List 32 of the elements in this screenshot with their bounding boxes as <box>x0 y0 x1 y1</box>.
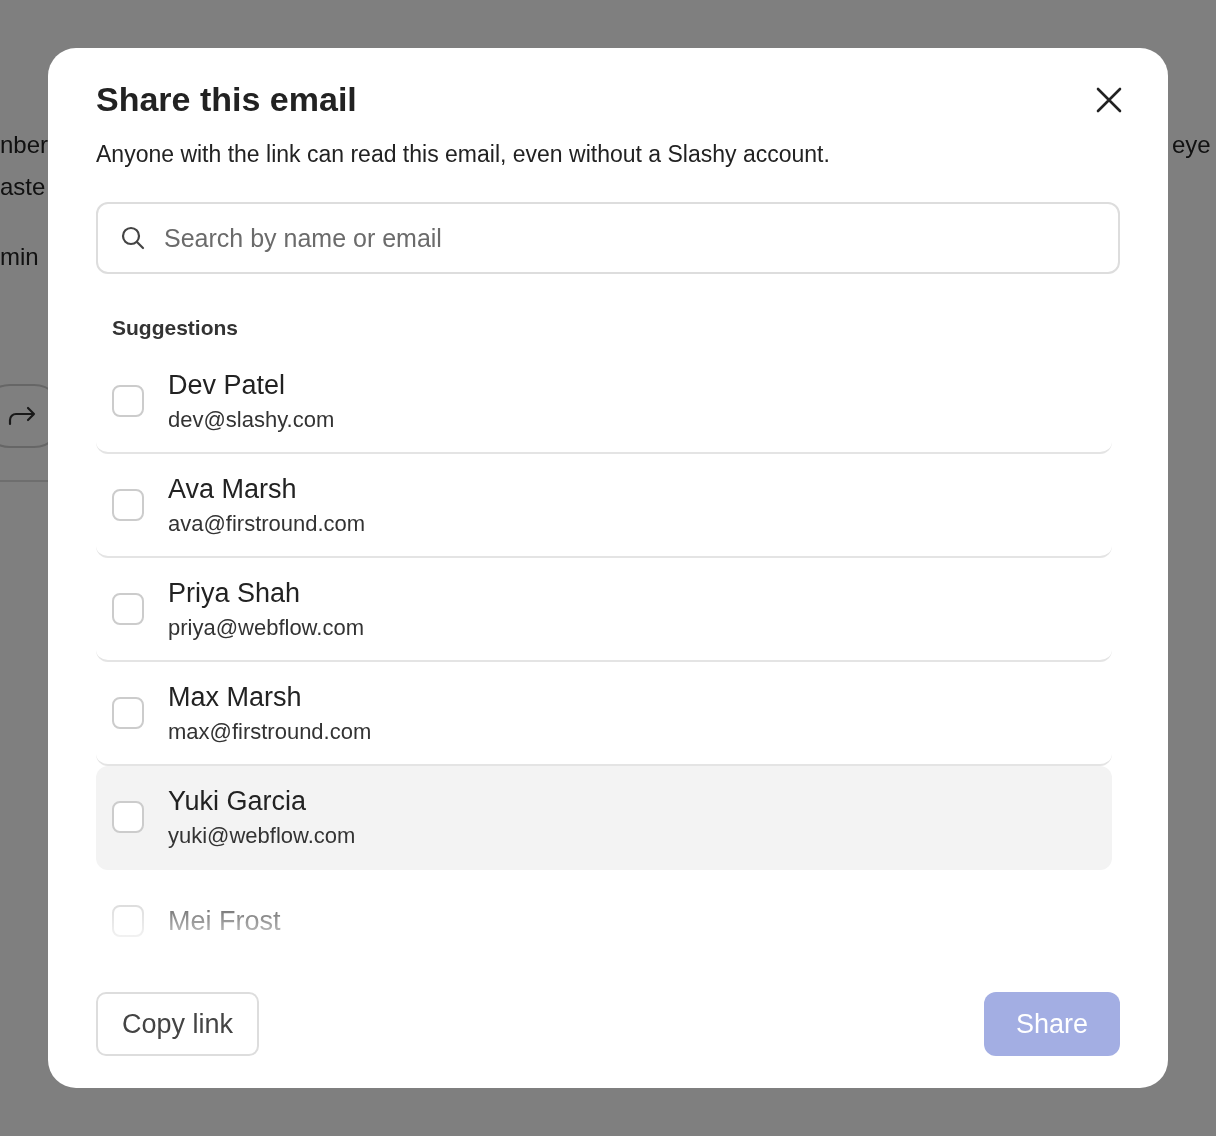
dialog-description: Anyone with the link can read this email, even without a Slashy account. <box>96 141 831 168</box>
background-text: aste <box>0 172 47 202</box>
suggestion-row[interactable]: Ava Marsh ava@firstround.com <box>96 454 1112 558</box>
suggestion-row[interactable]: Dev Patel dev@slashy.com <box>96 350 1112 454</box>
suggestion-row[interactable]: Priya Shah priya@webflow.com <box>96 558 1112 662</box>
checkbox[interactable] <box>112 385 144 417</box>
checkbox[interactable] <box>112 697 144 729</box>
background-text: eye <box>1172 130 1211 160</box>
forward-arrow-icon <box>8 404 36 428</box>
checkbox[interactable] <box>112 801 144 833</box>
person-email: priya@webflow.com <box>168 614 364 641</box>
search-box[interactable]: Search by name or email <box>96 202 1120 274</box>
person-email: max@firstround.com <box>168 718 372 745</box>
person-name: Max Marsh <box>168 681 303 713</box>
suggestions-label: Suggestions <box>112 316 239 340</box>
person-email: ava@firstround.com <box>168 510 366 537</box>
search-icon <box>120 225 146 251</box>
checkbox[interactable] <box>112 489 144 521</box>
checkbox[interactable] <box>112 593 144 625</box>
person-email: yuki@webflow.com <box>168 822 356 849</box>
suggestion-row[interactable]: Yuki Garcia yuki@webflow.com <box>96 766 1112 870</box>
person-name: Priya Shah <box>168 577 302 609</box>
background-text: min <box>0 242 40 272</box>
person-name: Ava Marsh <box>168 473 298 505</box>
copy-link-button[interactable]: Copy link <box>96 992 260 1056</box>
checkbox[interactable] <box>112 905 144 937</box>
background-text: nber <box>0 130 50 160</box>
person-name: Mei Frost <box>168 905 281 937</box>
person-name: Dev Patel <box>168 369 287 401</box>
dialog-title: Share this email <box>96 80 357 119</box>
person-email: dev@slashy.com <box>168 406 335 433</box>
person-name: Yuki Garcia <box>168 785 308 817</box>
